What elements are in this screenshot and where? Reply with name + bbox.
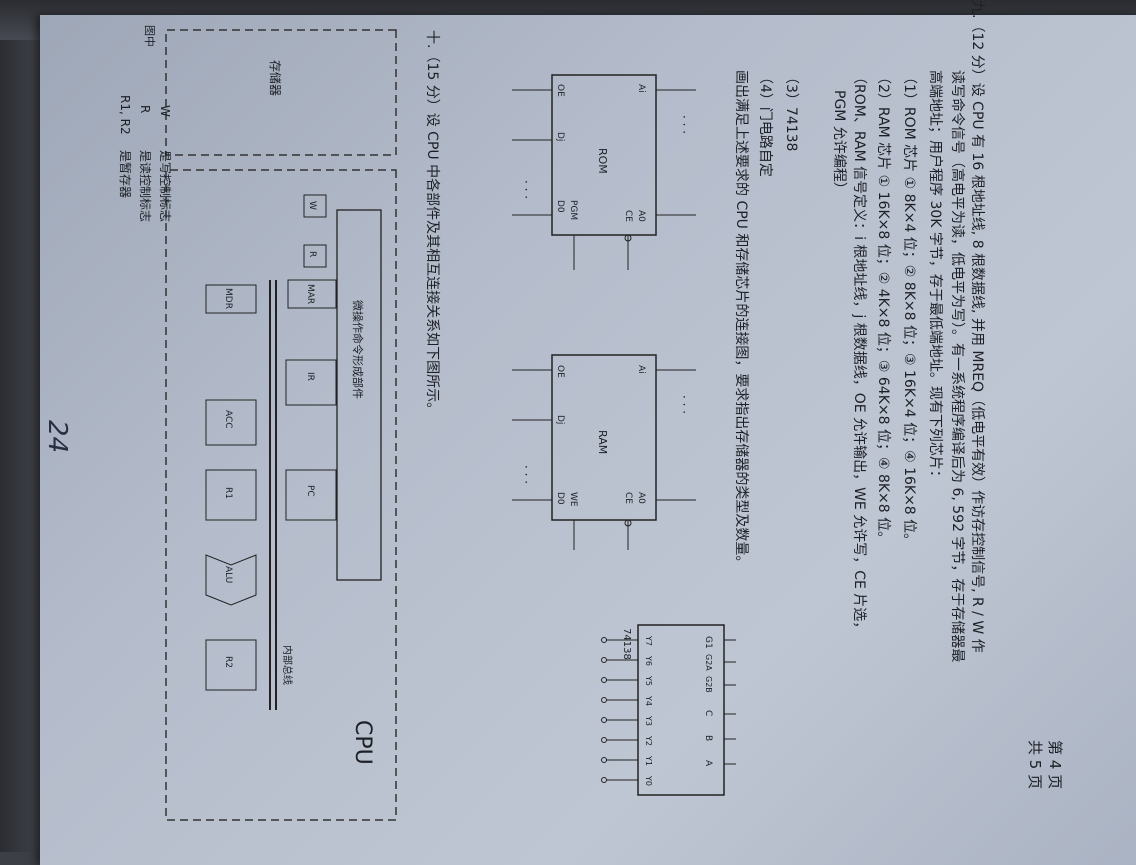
legend-r1r2-val: 是暂存器: [118, 150, 132, 199]
decoder-y2: Y2: [644, 735, 653, 746]
rom-ce: CE: [623, 210, 633, 222]
decoder-y1: Y1: [644, 755, 653, 766]
ram-addr-dots: · · ·: [677, 395, 691, 414]
memory-label: 存储器: [268, 60, 283, 96]
reg-pc: PC: [285, 469, 337, 521]
q10-cpu-diagram: CPU 存储器 微操作命令形成部件 内部总线 W R MAR MDR IR AC…: [143, 25, 397, 821]
decoder-c: C: [703, 710, 713, 716]
reg-r: R: [303, 244, 327, 268]
reg-mar: MAR: [287, 279, 337, 309]
q9-line-2: 读写命令信号（高电平为读，低电平为写）。有一系统程序编译后为 6, 592 字节…: [949, 70, 965, 663]
reg-acc: ACC: [205, 399, 257, 446]
decoder-label: 74138: [621, 628, 632, 660]
q9-chip-diagrams: ROM Ai A0 OE CE Dj PGM D0 · · · · · · RA…: [512, 74, 736, 796]
rom-chip: ROM Ai A0 OE CE Dj PGM D0 · · · · · ·: [512, 74, 696, 270]
reg-w: W: [303, 194, 327, 218]
q9-line-3: 高端地址；用户程序 30K 字节，存于最低端地址。现有下列芯片：: [927, 70, 943, 484]
ram-ai: Ai: [636, 365, 646, 374]
ram-oe: OE: [555, 365, 565, 378]
q9-item-3: （3）74138: [783, 70, 799, 152]
svg-text:ACC: ACC: [223, 410, 233, 429]
decoder-y5: Y5: [644, 675, 653, 686]
rom-a0: A0: [636, 210, 646, 222]
alu-unit: ALU: [205, 554, 257, 606]
legend-w-key: W: [158, 105, 172, 117]
q10-legend: 图中: [143, 25, 156, 47]
page-total: 共 5 页: [1026, 740, 1044, 790]
ram-label: RAM: [596, 430, 609, 454]
legend-r-val: 是读控制标志: [138, 150, 152, 223]
svg-text:IR: IR: [305, 372, 315, 381]
q9-ram-chips: （2）RAM 芯片 ① 16K×8 位；② 4K×8 位；③ 64K×8 位；④…: [875, 70, 891, 546]
rom-addr-dots: · · ·: [677, 115, 691, 134]
q9-signal-def-2: PGM 允许编程）: [831, 90, 847, 196]
svg-text:W: W: [307, 201, 317, 210]
legend-r-key: R: [138, 105, 152, 114]
q9-line-1: 九.（12 分）设 CPU 有 16 根地址线, 8 根数据线, 并用 MREQ…: [969, 0, 985, 653]
svg-text:ALU: ALU: [223, 566, 233, 583]
legend-w-val: 是写控制标志: [158, 150, 172, 223]
decoder-y3: Y3: [644, 715, 653, 726]
decoder-g1: G1: [703, 636, 713, 649]
reg-ir: IR: [285, 359, 337, 406]
reg-r2: R2: [205, 639, 257, 691]
decoder-y0: Y0: [644, 775, 653, 786]
micro-op-unit: 微操作命令形成部件: [336, 209, 382, 581]
reg-r1: R1: [205, 469, 257, 521]
ram-we: WE: [568, 492, 578, 507]
rom-data-dots: · · ·: [519, 180, 533, 199]
q9-item-4: （4）门电路自定: [757, 70, 773, 177]
exam-page-content: 第 4 页 共 5 页 九.（12 分）设 CPU 有 16 根地址线, 8 根…: [0, 0, 1136, 852]
reg-mdr: MDR: [205, 284, 257, 314]
rom-ai: Ai: [636, 84, 646, 93]
legend-r1r2-key: R1, R2: [118, 95, 132, 135]
decoder-y6: Y6: [644, 655, 653, 666]
ram-d0: D0: [555, 492, 565, 505]
ram-dj: Dj: [555, 415, 565, 424]
decoder-a: A: [703, 760, 713, 767]
ram-a0: A0: [636, 492, 646, 504]
cpu-label: CPU: [350, 720, 375, 765]
decoder-g2a: G2A: [704, 654, 713, 671]
ram-data-dots: · · ·: [519, 465, 533, 484]
svg-text:PC: PC: [305, 485, 315, 497]
ram-ce: CE: [623, 492, 633, 504]
svg-text:R: R: [307, 251, 317, 257]
rom-label: ROM: [596, 148, 609, 174]
page-current: 第 4 页: [1046, 740, 1064, 790]
legend-head: 图中: [143, 25, 156, 47]
decoder-y7: Y7: [644, 635, 653, 646]
decoder-y4: Y4: [644, 695, 653, 706]
internal-bus-label: 内部总线: [281, 645, 294, 685]
q9-signal-def-1: （ROM、RAM 信号定义：i 根地址线，j 根数据线，OE 允许输出，WE 允…: [851, 70, 867, 636]
ram-chip: RAM Ai A0 OE CE Dj WE D0 · · · · · ·: [512, 354, 696, 550]
photo-scene: 第 4 页 共 5 页 九.（12 分）设 CPU 有 16 根地址线, 8 根…: [0, 0, 1136, 865]
q9-rom-chips: （1）ROM 芯片 ① 8K×4 位；② 8K×8 位；③ 16K×4 位；④ …: [901, 70, 917, 548]
decoder-g2b: G2B: [704, 676, 713, 693]
decoder-74138: 74138 G1 G2A G2B C B A Y7 Y6 Y5 Y4 Y3 Y2…: [601, 624, 736, 796]
svg-text:MDR: MDR: [223, 288, 233, 309]
handwritten-note: 24: [42, 420, 72, 454]
micro-op-label: 微操作命令形成部件: [351, 300, 365, 399]
rom-dj: Dj: [555, 132, 565, 141]
rom-d0: D0: [555, 200, 565, 213]
rom-pgm: PGM: [568, 200, 578, 220]
rom-oe: OE: [555, 84, 565, 97]
svg-text:R1: R1: [223, 487, 233, 499]
decoder-outputs: Y7 Y6 Y5 Y4 Y3 Y2 Y1 Y0: [644, 635, 653, 786]
svg-text:MAR: MAR: [305, 284, 315, 304]
decoder-b: B: [703, 735, 713, 741]
svg-text:R2: R2: [223, 656, 233, 668]
